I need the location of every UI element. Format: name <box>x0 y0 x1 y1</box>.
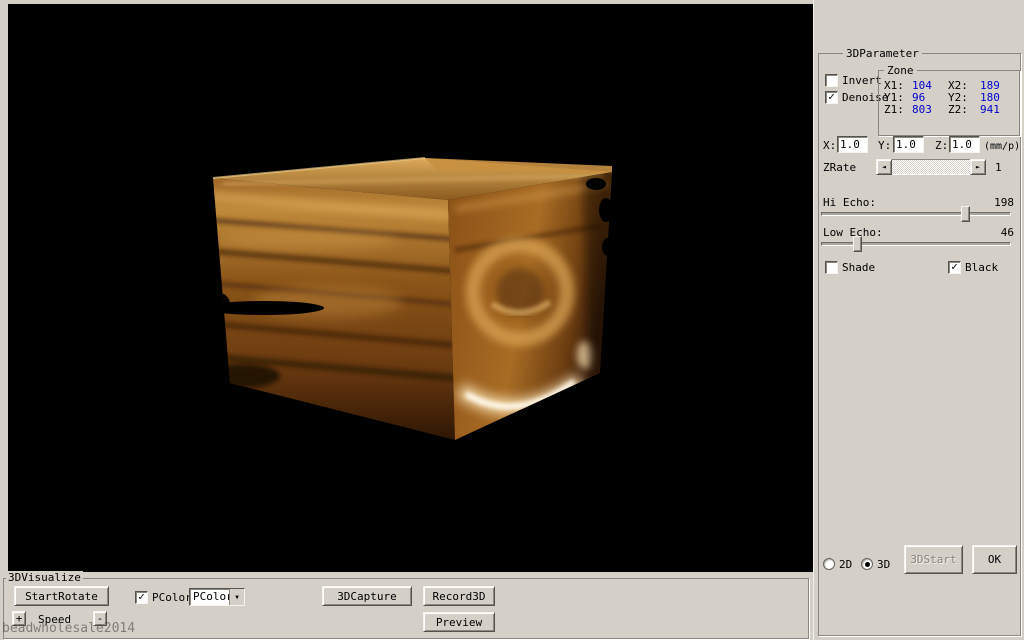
zrate-scroll-right-button[interactable]: ► <box>970 159 986 175</box>
zone-z2-label: Z2: <box>948 103 968 116</box>
mode-2d-label: 2D <box>839 558 852 571</box>
app-window: 3DParameter Invert ✓ Denoise Zone X1: 10… <box>0 0 1024 640</box>
denoise-checkbox[interactable]: ✓ <box>825 91 838 104</box>
pcolor-combobox[interactable]: PColor ▼ <box>189 588 245 606</box>
render-viewport[interactable] <box>8 4 813 572</box>
check-icon: ✓ <box>951 261 958 272</box>
chevron-down-icon: ▼ <box>235 594 239 601</box>
watermark-text: beadwholesale2014 <box>2 621 135 636</box>
scale-z-label: Z: <box>935 139 948 152</box>
shade-label: Shade <box>842 261 875 274</box>
hi-echo-slider[interactable] <box>821 206 1011 222</box>
zone-z1-value: 803 <box>912 103 932 116</box>
zrate-value: 1 <box>995 161 1002 174</box>
low-echo-slider[interactable] <box>821 236 1011 252</box>
hi-echo-slider-track[interactable] <box>821 212 1011 216</box>
low-echo-slider-track[interactable] <box>821 242 1011 246</box>
zone-z2-value: 941 <box>980 103 1000 116</box>
hi-echo-slider-thumb[interactable] <box>961 206 970 222</box>
black-label: Black <box>965 261 998 274</box>
preview-button[interactable]: Preview <box>423 612 495 632</box>
mode-3d-radio[interactable] <box>861 558 873 570</box>
shade-checkbox[interactable] <box>825 261 838 274</box>
scroll-left-icon: ◄ <box>882 164 886 171</box>
mode-2d-radio[interactable] <box>823 558 835 570</box>
scale-x-label: X: <box>823 139 836 152</box>
3dcapture-button[interactable]: 3DCapture <box>322 586 412 606</box>
radio-dot-icon <box>865 562 870 567</box>
scale-z-input[interactable] <box>949 136 980 153</box>
pcolor-combobox-arrow-button[interactable]: ▼ <box>229 589 244 605</box>
scale-unit-label: (mm/p) <box>984 140 1020 153</box>
start-rotate-button[interactable]: StartRotate <box>14 586 109 606</box>
zrate-scroll-track[interactable] <box>892 159 970 175</box>
scale-y-input[interactable] <box>893 136 924 153</box>
mode-3d-label: 3D <box>877 558 890 571</box>
ultrasound-3d-volume <box>8 4 813 572</box>
zone-z1-label: Z1: <box>884 103 904 116</box>
check-icon: ✓ <box>828 91 835 102</box>
scale-y-label: Y: <box>878 139 891 152</box>
scale-x-input[interactable] <box>837 136 868 153</box>
zone-group-title: Zone <box>884 64 917 77</box>
3dstart-button[interactable]: 3DStart <box>904 545 963 574</box>
zrate-scroll-left-button[interactable]: ◄ <box>876 159 892 175</box>
check-icon: ✓ <box>138 591 145 602</box>
zrate-label: ZRate <box>823 161 856 174</box>
invert-checkbox[interactable] <box>825 74 838 87</box>
pcolor-checkbox[interactable]: ✓ <box>135 591 148 604</box>
pcolor-checkbox-label: PColor <box>152 591 192 604</box>
invert-label: Invert <box>842 74 882 87</box>
record3d-button[interactable]: Record3D <box>423 586 495 606</box>
parameter-panel: 3DParameter Invert ✓ Denoise Zone X1: 10… <box>813 0 1024 640</box>
zrate-scrollbar[interactable]: ◄ ► <box>876 159 986 175</box>
parameter-group-title: 3DParameter <box>843 47 922 60</box>
ok-button[interactable]: OK <box>972 545 1017 574</box>
low-echo-slider-thumb[interactable] <box>853 236 862 252</box>
visualize-group-title: 3DVisualize <box>6 571 83 584</box>
black-checkbox[interactable]: ✓ <box>948 261 961 274</box>
scroll-right-icon: ► <box>976 164 980 171</box>
pcolor-combobox-value: PColor <box>190 589 229 605</box>
